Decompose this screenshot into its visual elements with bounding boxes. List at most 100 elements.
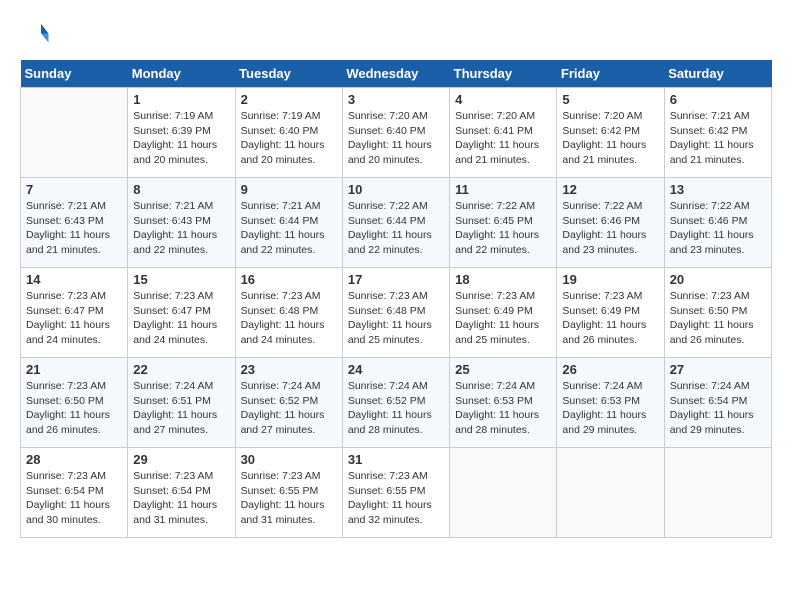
- day-number: 11: [455, 182, 551, 197]
- weekday-header: Tuesday: [235, 60, 342, 88]
- calendar-cell: 12 Sunrise: 7:22 AM Sunset: 6:46 PM Dayli…: [557, 178, 664, 268]
- calendar-week-row: 7 Sunrise: 7:21 AM Sunset: 6:43 PM Daylig…: [21, 178, 772, 268]
- weekday-header-row: SundayMondayTuesdayWednesdayThursdayFrid…: [21, 60, 772, 88]
- calendar-cell: 18 Sunrise: 7:23 AM Sunset: 6:49 PM Dayli…: [450, 268, 557, 358]
- day-detail: Sunrise: 7:21 AM Sunset: 6:44 PM Dayligh…: [241, 199, 337, 258]
- day-number: 18: [455, 272, 551, 287]
- calendar-cell: 10 Sunrise: 7:22 AM Sunset: 6:44 PM Dayli…: [342, 178, 449, 268]
- day-detail: Sunrise: 7:20 AM Sunset: 6:41 PM Dayligh…: [455, 109, 551, 168]
- day-detail: Sunrise: 7:24 AM Sunset: 6:53 PM Dayligh…: [562, 379, 658, 438]
- day-number: 20: [670, 272, 766, 287]
- logo: [20, 20, 52, 50]
- day-number: 25: [455, 362, 551, 377]
- day-number: 15: [133, 272, 229, 287]
- day-detail: Sunrise: 7:19 AM Sunset: 6:39 PM Dayligh…: [133, 109, 229, 168]
- calendar-cell: 24Sunrise: 7:24 AM Sunset: 6:52 PM Dayli…: [342, 358, 449, 448]
- calendar-cell: 7 Sunrise: 7:21 AM Sunset: 6:43 PM Daylig…: [21, 178, 128, 268]
- calendar-cell: 19 Sunrise: 7:23 AM Sunset: 6:49 PM Dayli…: [557, 268, 664, 358]
- weekday-header: Friday: [557, 60, 664, 88]
- calendar-cell: 11 Sunrise: 7:22 AM Sunset: 6:45 PM Dayli…: [450, 178, 557, 268]
- calendar-cell: 4Sunrise: 7:20 AM Sunset: 6:41 PM Daylig…: [450, 88, 557, 178]
- day-number: 3: [348, 92, 444, 107]
- calendar-cell: 22Sunrise: 7:24 AM Sunset: 6:51 PM Dayli…: [128, 358, 235, 448]
- day-number: 8: [133, 182, 229, 197]
- day-detail: Sunrise: 7:24 AM Sunset: 6:54 PM Dayligh…: [670, 379, 766, 438]
- day-number: 16: [241, 272, 337, 287]
- day-detail: Sunrise: 7:24 AM Sunset: 6:51 PM Dayligh…: [133, 379, 229, 438]
- day-detail: Sunrise: 7:23 AM Sunset: 6:54 PM Dayligh…: [26, 469, 122, 528]
- calendar-cell: 27 Sunrise: 7:24 AM Sunset: 6:54 PM Dayli…: [664, 358, 771, 448]
- day-number: 6: [670, 92, 766, 107]
- day-number: 2: [241, 92, 337, 107]
- logo-icon: [20, 20, 50, 50]
- weekday-header: Monday: [128, 60, 235, 88]
- weekday-header: Saturday: [664, 60, 771, 88]
- day-number: 28: [26, 452, 122, 467]
- day-number: 17: [348, 272, 444, 287]
- day-detail: Sunrise: 7:23 AM Sunset: 6:54 PM Dayligh…: [133, 469, 229, 528]
- day-number: 10: [348, 182, 444, 197]
- calendar-cell: 2Sunrise: 7:19 AM Sunset: 6:40 PM Daylig…: [235, 88, 342, 178]
- day-detail: Sunrise: 7:22 AM Sunset: 6:46 PM Dayligh…: [562, 199, 658, 258]
- day-detail: Sunrise: 7:22 AM Sunset: 6:46 PM Dayligh…: [670, 199, 766, 258]
- day-number: 29: [133, 452, 229, 467]
- calendar-cell: 31 Sunrise: 7:23 AM Sunset: 6:55 PM Dayli…: [342, 448, 449, 538]
- day-number: 7: [26, 182, 122, 197]
- calendar-cell: 3 Sunrise: 7:20 AM Sunset: 6:40 PM Daylig…: [342, 88, 449, 178]
- day-detail: Sunrise: 7:23 AM Sunset: 6:47 PM Dayligh…: [133, 289, 229, 348]
- day-detail: Sunrise: 7:23 AM Sunset: 6:47 PM Dayligh…: [26, 289, 122, 348]
- day-detail: Sunrise: 7:22 AM Sunset: 6:44 PM Dayligh…: [348, 199, 444, 258]
- calendar-week-row: 14Sunrise: 7:23 AM Sunset: 6:47 PM Dayli…: [21, 268, 772, 358]
- calendar-cell: [21, 88, 128, 178]
- day-detail: Sunrise: 7:24 AM Sunset: 6:52 PM Dayligh…: [348, 379, 444, 438]
- day-number: 19: [562, 272, 658, 287]
- calendar-cell: [557, 448, 664, 538]
- day-number: 30: [241, 452, 337, 467]
- day-detail: Sunrise: 7:24 AM Sunset: 6:52 PM Dayligh…: [241, 379, 337, 438]
- day-detail: Sunrise: 7:20 AM Sunset: 6:40 PM Dayligh…: [348, 109, 444, 168]
- day-number: 13: [670, 182, 766, 197]
- calendar-cell: 20Sunrise: 7:23 AM Sunset: 6:50 PM Dayli…: [664, 268, 771, 358]
- weekday-header: Thursday: [450, 60, 557, 88]
- day-number: 21: [26, 362, 122, 377]
- calendar-cell: 23 Sunrise: 7:24 AM Sunset: 6:52 PM Dayli…: [235, 358, 342, 448]
- calendar-cell: 14Sunrise: 7:23 AM Sunset: 6:47 PM Dayli…: [21, 268, 128, 358]
- day-detail: Sunrise: 7:23 AM Sunset: 6:48 PM Dayligh…: [348, 289, 444, 348]
- calendar-cell: 21 Sunrise: 7:23 AM Sunset: 6:50 PM Dayli…: [21, 358, 128, 448]
- day-detail: Sunrise: 7:20 AM Sunset: 6:42 PM Dayligh…: [562, 109, 658, 168]
- day-number: 23: [241, 362, 337, 377]
- calendar-table: SundayMondayTuesdayWednesdayThursdayFrid…: [20, 60, 772, 538]
- day-number: 12: [562, 182, 658, 197]
- day-detail: Sunrise: 7:21 AM Sunset: 6:42 PM Dayligh…: [670, 109, 766, 168]
- day-detail: Sunrise: 7:23 AM Sunset: 6:55 PM Dayligh…: [348, 469, 444, 528]
- day-number: 9: [241, 182, 337, 197]
- day-detail: Sunrise: 7:22 AM Sunset: 6:45 PM Dayligh…: [455, 199, 551, 258]
- day-number: 26: [562, 362, 658, 377]
- day-number: 31: [348, 452, 444, 467]
- calendar-cell: 26 Sunrise: 7:24 AM Sunset: 6:53 PM Dayli…: [557, 358, 664, 448]
- page-header: [20, 20, 772, 50]
- day-number: 27: [670, 362, 766, 377]
- calendar-cell: 16 Sunrise: 7:23 AM Sunset: 6:48 PM Dayli…: [235, 268, 342, 358]
- day-detail: Sunrise: 7:23 AM Sunset: 6:48 PM Dayligh…: [241, 289, 337, 348]
- calendar-cell: 15 Sunrise: 7:23 AM Sunset: 6:47 PM Dayli…: [128, 268, 235, 358]
- calendar-cell: [450, 448, 557, 538]
- calendar-week-row: 28 Sunrise: 7:23 AM Sunset: 6:54 PM Dayli…: [21, 448, 772, 538]
- calendar-cell: 13 Sunrise: 7:22 AM Sunset: 6:46 PM Dayli…: [664, 178, 771, 268]
- calendar-cell: 25Sunrise: 7:24 AM Sunset: 6:53 PM Dayli…: [450, 358, 557, 448]
- day-detail: Sunrise: 7:23 AM Sunset: 6:49 PM Dayligh…: [562, 289, 658, 348]
- day-detail: Sunrise: 7:23 AM Sunset: 6:50 PM Dayligh…: [26, 379, 122, 438]
- day-detail: Sunrise: 7:21 AM Sunset: 6:43 PM Dayligh…: [26, 199, 122, 258]
- day-detail: Sunrise: 7:23 AM Sunset: 6:49 PM Dayligh…: [455, 289, 551, 348]
- calendar-cell: 6 Sunrise: 7:21 AM Sunset: 6:42 PM Daylig…: [664, 88, 771, 178]
- calendar-cell: 17 Sunrise: 7:23 AM Sunset: 6:48 PM Dayli…: [342, 268, 449, 358]
- weekday-header: Sunday: [21, 60, 128, 88]
- calendar-cell: 1 Sunrise: 7:19 AM Sunset: 6:39 PM Daylig…: [128, 88, 235, 178]
- day-number: 5: [562, 92, 658, 107]
- calendar-cell: 30Sunrise: 7:23 AM Sunset: 6:55 PM Dayli…: [235, 448, 342, 538]
- calendar-cell: 28 Sunrise: 7:23 AM Sunset: 6:54 PM Dayli…: [21, 448, 128, 538]
- day-detail: Sunrise: 7:21 AM Sunset: 6:43 PM Dayligh…: [133, 199, 229, 258]
- calendar-cell: 8 Sunrise: 7:21 AM Sunset: 6:43 PM Daylig…: [128, 178, 235, 268]
- day-number: 1: [133, 92, 229, 107]
- weekday-header: Wednesday: [342, 60, 449, 88]
